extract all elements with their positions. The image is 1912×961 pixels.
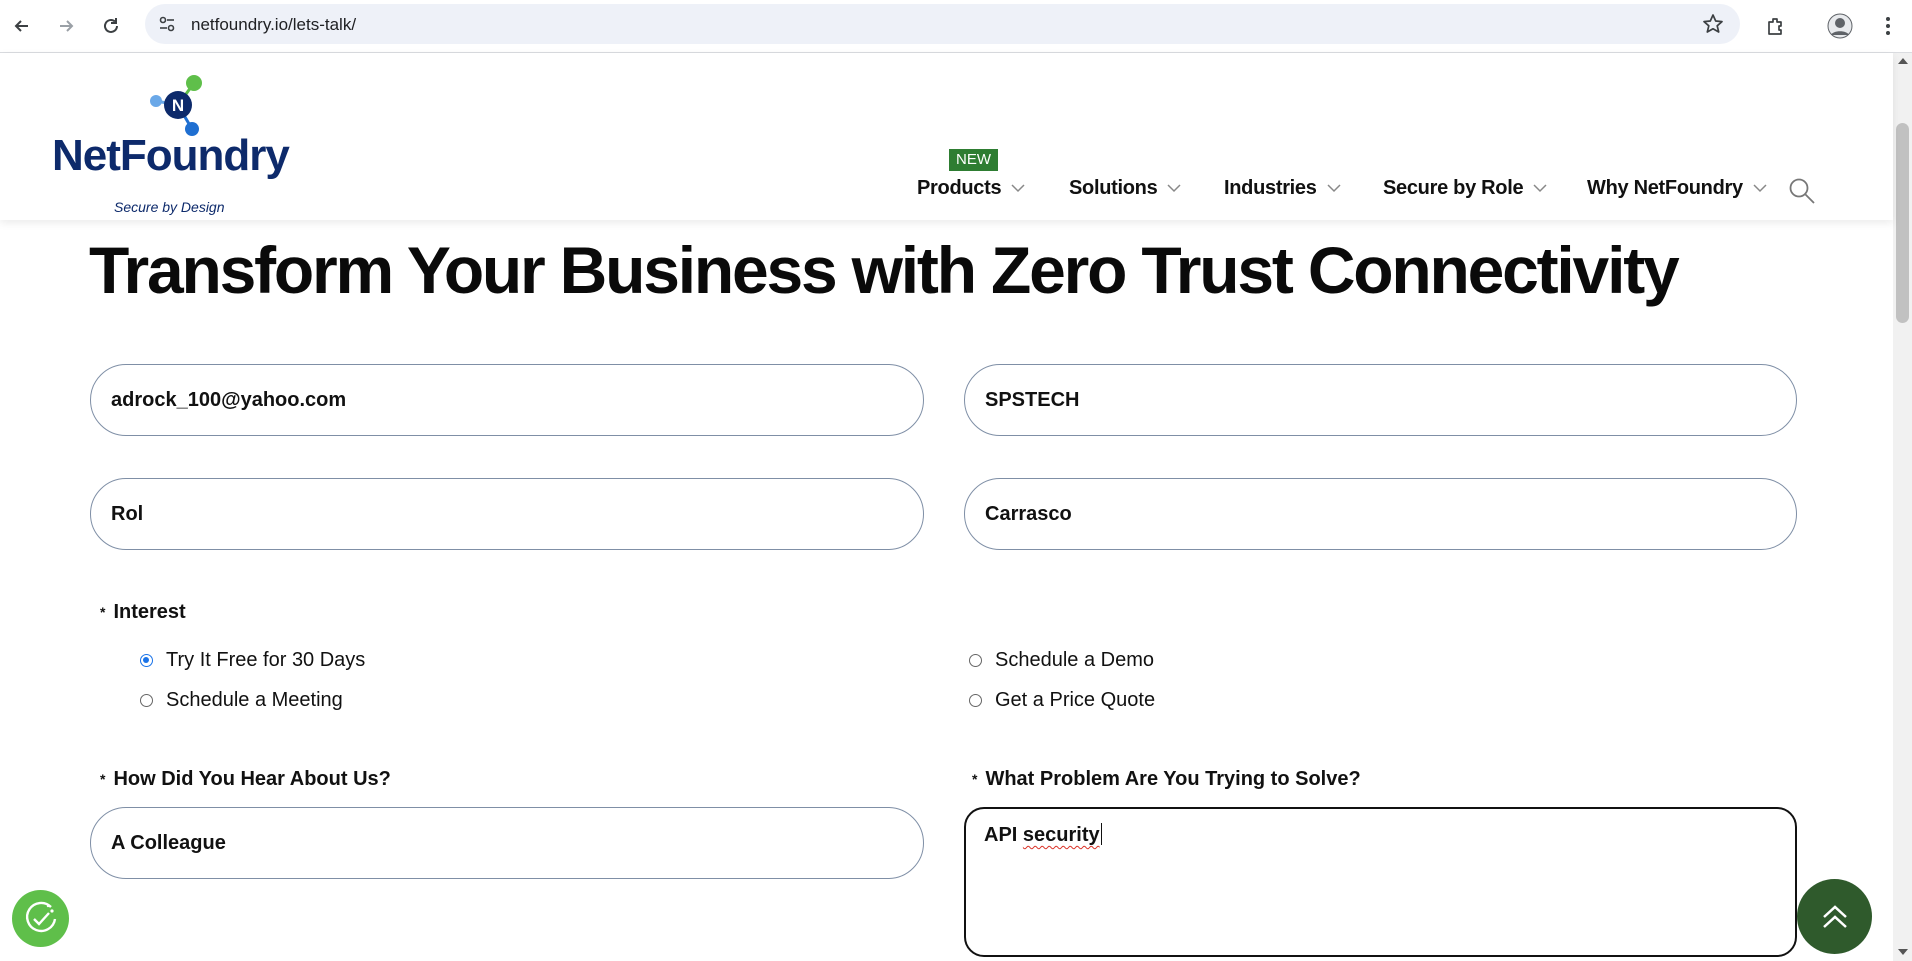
nav-item-label: Why NetFoundry [1587, 177, 1743, 199]
nav-item-label: Solutions [1069, 177, 1158, 199]
radio-label: Try It Free for 30 Days [166, 649, 366, 671]
interest-label-text: Interest [113, 601, 186, 623]
interest-option-schedule-meeting[interactable]: Schedule a Meeting [140, 689, 343, 712]
nav-item-label: Products [917, 177, 1002, 199]
email-field[interactable]: adrock_100@yahoo.com [90, 364, 924, 436]
nav-item-label: Industries [1224, 177, 1317, 199]
nav-item-why-netfoundry[interactable]: Why NetFoundry [1587, 177, 1767, 200]
interest-label: * Interest [100, 601, 186, 624]
hear-about-field[interactable]: A Colleague [90, 807, 924, 879]
chevron-down-icon [1167, 184, 1181, 193]
radio-label: Schedule a Demo [995, 649, 1154, 671]
problem-label: * What Problem Are You Trying to Solve? [972, 768, 1361, 791]
last-name-value: Carrasco [985, 502, 1072, 525]
site-settings-icon[interactable] [157, 14, 177, 39]
browser-toolbar: netfoundry.io/lets-talk/ [0, 0, 1912, 53]
problem-label-text: What Problem Are You Trying to Solve? [985, 768, 1361, 790]
first-name-field[interactable]: Rol [90, 478, 924, 550]
more-menu-icon[interactable] [1872, 10, 1904, 42]
scroll-thumb[interactable] [1896, 123, 1909, 323]
problem-text-misspelled-word: security [1022, 824, 1100, 846]
email-value: adrock_100@yahoo.com [111, 388, 347, 411]
nav-item-secure-by-role[interactable]: Secure by Role [1383, 177, 1547, 200]
extensions-icon[interactable] [1760, 10, 1792, 42]
svg-text:N: N [172, 96, 184, 115]
logo-wordmark: NetFoundry [52, 131, 290, 180]
double-chevron-up-icon [1822, 904, 1847, 928]
main-nav: Products Solutions Industries Secure by … [0, 177, 1893, 207]
problem-text-word: API [984, 824, 1018, 846]
hear-about-label: * How Did You Hear About Us? [100, 768, 391, 791]
company-value: SPSTECH [985, 388, 1080, 411]
reload-icon[interactable] [95, 10, 127, 42]
radio-button-selected[interactable] [140, 654, 153, 667]
interest-option-try-free[interactable]: Try It Free for 30 Days [140, 649, 365, 672]
interest-option-price-quote[interactable]: Get a Price Quote [969, 689, 1155, 712]
required-marker: * [100, 604, 106, 620]
site-header: N NetFoundry Secure by Design NEW Produc… [0, 53, 1893, 220]
chevron-down-icon [1011, 184, 1025, 193]
company-field[interactable]: SPSTECH [964, 364, 1797, 436]
scroll-down-arrow[interactable] [1898, 949, 1908, 955]
nav-item-products[interactable]: Products [917, 177, 1025, 200]
cookie-consent-button[interactable] [12, 890, 69, 947]
url-text[interactable]: netfoundry.io/lets-talk/ [191, 15, 356, 35]
hear-about-value: A Colleague [111, 831, 226, 854]
nav-item-industries[interactable]: Industries [1224, 177, 1341, 200]
problem-textarea[interactable]: API security [964, 807, 1797, 957]
interest-option-schedule-demo[interactable]: Schedule a Demo [969, 649, 1154, 672]
nav-item-label: Secure by Role [1383, 177, 1524, 199]
scroll-up-arrow[interactable] [1898, 58, 1908, 64]
cookie-check-icon [25, 901, 56, 932]
text-caret [1100, 823, 1103, 845]
profile-avatar-icon[interactable] [1824, 10, 1856, 42]
page-scrollbar[interactable] [1893, 53, 1912, 961]
radio-button[interactable] [969, 654, 982, 667]
forward-arrow-icon[interactable] [50, 10, 82, 42]
radio-label: Get a Price Quote [995, 689, 1156, 711]
chevron-down-icon [1327, 184, 1341, 193]
hear-about-label-text: How Did You Hear About Us? [113, 768, 391, 790]
search-icon[interactable] [1788, 177, 1816, 210]
radio-button[interactable] [140, 694, 153, 707]
scroll-to-top-button[interactable] [1797, 879, 1872, 954]
address-bar[interactable]: netfoundry.io/lets-talk/ [145, 4, 1740, 44]
last-name-field[interactable]: Carrasco [964, 478, 1797, 550]
new-badge: NEW [949, 149, 998, 171]
page-title: Transform Your Business with Zero Trust … [89, 233, 1680, 307]
radio-label: Schedule a Meeting [166, 689, 343, 711]
required-marker: * [100, 771, 106, 787]
required-marker: * [972, 771, 978, 787]
nav-item-solutions[interactable]: Solutions [1069, 177, 1181, 200]
radio-button[interactable] [969, 694, 982, 707]
bookmark-star-icon[interactable] [1702, 13, 1724, 40]
chevron-down-icon [1533, 184, 1547, 193]
first-name-value: Rol [111, 502, 144, 525]
chevron-down-icon [1753, 184, 1767, 193]
back-arrow-icon[interactable] [6, 10, 38, 42]
